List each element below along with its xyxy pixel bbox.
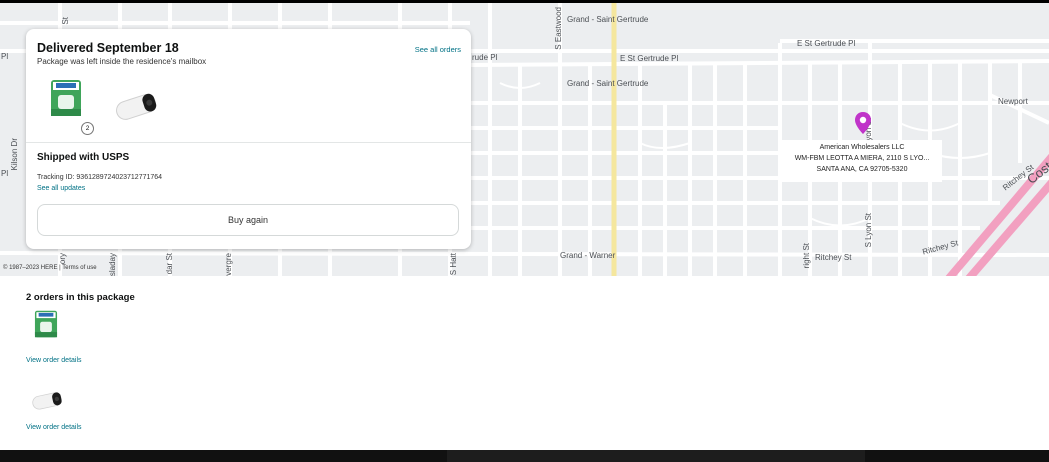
delivery-status-card: Delivered September 18 Package was left … [26,29,471,249]
map-label-ritchey-st: Ritchey St [815,253,852,262]
tracking-id: Tracking ID: 9361289724023712771764 [37,174,163,181]
map-label-sladay: sladay [108,253,117,276]
location-pin-icon[interactable] [854,111,872,135]
map-label-grand-saint-gertrude: Grand - Saint Gertrude [567,15,649,24]
bottom-bar-center [447,450,865,462]
item-quantity-badge: 2 [81,122,94,135]
map-label-grand-warner: Grand - Warner [560,251,616,260]
order-2-security-camera-thumbnail[interactable] [28,388,66,414]
orders-in-package-title: 2 orders in this package [26,292,135,303]
map-label-kilson-dr: Kilson Dr [10,138,19,171]
shipping-carrier: Shipped with USPS [37,152,130,163]
delivery-address-label: American Wholesalers LLC WM-FBM LEOTTA A… [782,140,942,182]
delivery-title: Delivered September 18 [37,41,179,55]
map-label-e-st-gertrude-pl: E St Gertrude Pl [620,54,679,63]
map-label-s-eastwood: S Eastwood [554,7,563,50]
order-2-view-details-link[interactable]: View order details [26,424,82,431]
orders-in-package-section: 2 orders in this package View order deta… [0,276,1049,450]
map-label-rude-pl: rude Pl [472,53,498,62]
map-label-pl-left-2: Pl [1,169,9,178]
map-label-s-hatt: S Hatt [449,253,458,276]
address-line-3: SANTA ANA, CA 92705-5320 [816,166,908,173]
map-label-e-st-gertrude-pl-2: E St Gertrude Pl [797,39,856,48]
order-1-view-details-link[interactable]: View order details [26,357,82,364]
map-label-newport: Newport [998,97,1028,106]
map-label-st-top: St [61,17,70,25]
buy-again-button[interactable]: Buy again [37,204,459,236]
delivery-subtitle: Package was left inside the residence's … [37,57,207,66]
address-line-1: American Wholesalers LLC [819,144,905,151]
product-diaper-pack-thumbnail[interactable] [50,79,82,117]
address-line-2: WM-FBM LEOTTA A MIERA, 2110 S LYO... [794,155,930,162]
map-label-dar-st: dar St [165,253,174,275]
map-copyright[interactable]: © 1987–2023 HERE | Terms of use [3,265,97,271]
map-label-ory: ory [58,253,67,265]
card-divider [26,142,471,143]
map-label-pl-left: Pl [1,52,9,61]
order-1-diaper-pack-thumbnail[interactable] [33,310,59,338]
map-label-vergre: vergre [224,253,233,276]
map-label-s-lyon-st-2: S Lyon St [864,213,873,248]
see-all-orders-link[interactable]: See all orders [415,45,461,54]
map-label-right-st: right St [802,243,811,269]
map-label-grand-saint-gertrude-2: Grand - Saint Gertrude [567,79,649,88]
see-all-updates-link[interactable]: See all updates [37,185,85,192]
product-security-camera-thumbnail[interactable] [110,89,162,125]
